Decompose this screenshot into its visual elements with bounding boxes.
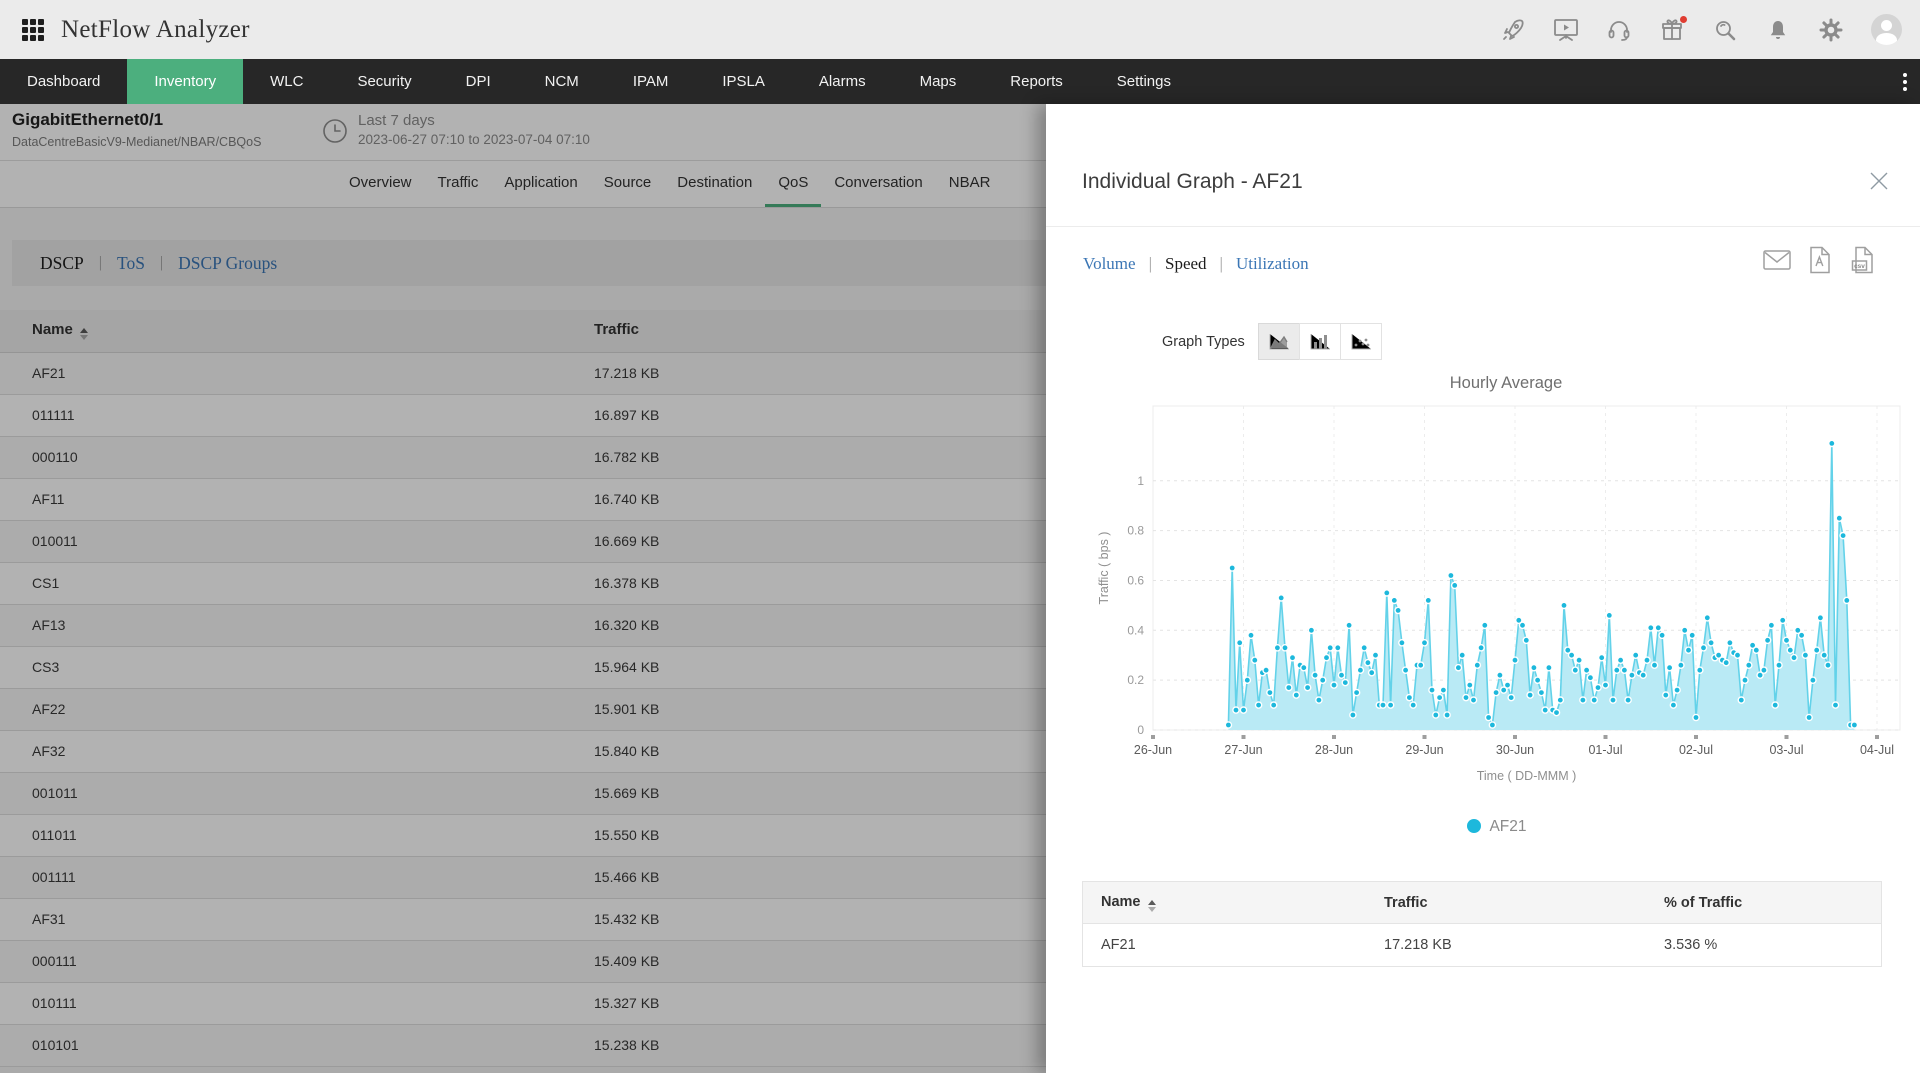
user-avatar[interactable]: [1871, 14, 1902, 45]
scatter-graph-type-button[interactable]: [1340, 323, 1382, 360]
metric-tabs: Volume | Speed | Utilization: [1083, 254, 1309, 274]
svg-text:27-Jun: 27-Jun: [1224, 743, 1262, 757]
training-icon[interactable]: [1553, 17, 1579, 43]
bar-graph-type-button[interactable]: [1299, 323, 1341, 360]
cell-traffic: 17.218 KB: [1366, 937, 1646, 953]
nav-item-security[interactable]: Security: [330, 59, 438, 104]
svg-text:02-Jul: 02-Jul: [1679, 743, 1713, 757]
notifications-icon[interactable]: [1765, 17, 1791, 43]
area-graph-type-button[interactable]: [1258, 323, 1300, 360]
nav-item-dpi[interactable]: DPI: [439, 59, 518, 104]
nav-item-ipsla[interactable]: IPSLA: [695, 59, 792, 104]
separator: |: [1220, 254, 1223, 274]
pdf-export-icon[interactable]: [1805, 247, 1835, 273]
apps-grid-icon[interactable]: [22, 19, 44, 41]
legend-dot-af21: [1467, 819, 1481, 833]
svg-text:csv: csv: [1854, 263, 1865, 270]
close-icon[interactable]: [1868, 170, 1890, 192]
modal-title: Individual Graph - AF21: [1082, 170, 1303, 194]
modal-table-header: Name Traffic % of Traffic: [1082, 881, 1882, 924]
graph-types: Graph Types: [1162, 323, 1382, 360]
nav-item-reports[interactable]: Reports: [983, 59, 1090, 104]
svg-text:Traffic ( bps ): Traffic ( bps ): [1097, 532, 1111, 605]
metric-tab-utilization[interactable]: Utilization: [1236, 254, 1309, 274]
modal-column-traffic[interactable]: Traffic: [1366, 895, 1646, 911]
cell-percent: 3.536 %: [1646, 937, 1881, 953]
svg-text:0.8: 0.8: [1127, 524, 1144, 538]
nav-item-settings[interactable]: Settings: [1090, 59, 1198, 104]
topbar: NetFlow Analyzer: [0, 0, 1920, 59]
separator: |: [1149, 254, 1152, 274]
hourly-average-chart[interactable]: 0 0.2 0.4 0.6 0.8 1 26-Jun 27-Jun 28-Jun 29-Jun 30…: [1092, 396, 1902, 796]
launch-icon[interactable]: [1500, 17, 1526, 43]
whats-new-badge: [1680, 16, 1687, 23]
svg-text:29-Jun: 29-Jun: [1405, 743, 1443, 757]
nav-item-alarms[interactable]: Alarms: [792, 59, 893, 104]
modal-column-percent[interactable]: % of Traffic: [1646, 895, 1881, 911]
svg-text:01-Jul: 01-Jul: [1588, 743, 1622, 757]
legend-label: AF21: [1489, 818, 1526, 835]
nav-item-ipam[interactable]: IPAM: [606, 59, 696, 104]
svg-text:0.4: 0.4: [1127, 623, 1144, 637]
svg-text:Time ( DD-MMM ): Time ( DD-MMM ): [1477, 769, 1577, 783]
svg-text:0.6: 0.6: [1127, 573, 1144, 587]
main-nav: DashboardInventoryWLCSecurityDPINCMIPAMI…: [0, 59, 1920, 104]
svg-text:30-Jun: 30-Jun: [1496, 743, 1534, 757]
metric-tab-speed[interactable]: Speed: [1165, 254, 1207, 274]
individual-graph-modal: Individual Graph - AF21 Volume | Speed | Uti…: [1046, 104, 1920, 1073]
graph-types-label: Graph Types: [1162, 334, 1245, 350]
nav-item-wlc[interactable]: WLC: [243, 59, 330, 104]
metric-tab-volume[interactable]: Volume: [1083, 254, 1136, 274]
app-title: NetFlow Analyzer: [61, 16, 250, 44]
chart-title: Hourly Average: [1156, 374, 1856, 393]
chart-legend[interactable]: AF21: [1092, 818, 1902, 836]
nav-item-dashboard[interactable]: Dashboard: [0, 59, 127, 104]
screen: NetFlow Analyzer: [0, 0, 1920, 1073]
support-icon[interactable]: [1606, 17, 1632, 43]
svg-text:0.2: 0.2: [1127, 673, 1144, 687]
svg-text:1: 1: [1137, 474, 1144, 488]
whats-new-icon[interactable]: [1659, 17, 1685, 43]
sort-icon: [1148, 900, 1156, 912]
nav-overflow-menu-icon[interactable]: [1903, 59, 1907, 104]
email-icon[interactable]: [1762, 247, 1792, 273]
svg-text:28-Jun: 28-Jun: [1315, 743, 1353, 757]
svg-text:26-Jun: 26-Jun: [1134, 743, 1172, 757]
svg-text:0: 0: [1137, 723, 1144, 737]
svg-text:03-Jul: 03-Jul: [1769, 743, 1803, 757]
export-actions: csv: [1762, 247, 1878, 273]
csv-export-icon[interactable]: csv: [1848, 247, 1878, 273]
cell-name: AF21: [1083, 937, 1366, 953]
modal-summary-table: Name Traffic % of Traffic AF2117.218 KB3…: [1082, 881, 1882, 967]
modal-column-name[interactable]: Name: [1083, 894, 1366, 912]
nav-item-ncm[interactable]: NCM: [518, 59, 606, 104]
modal-table-row[interactable]: AF2117.218 KB3.536 %: [1082, 924, 1882, 967]
svg-text:04-Jul: 04-Jul: [1860, 743, 1894, 757]
settings-gear-icon[interactable]: [1818, 17, 1844, 43]
nav-item-maps[interactable]: Maps: [893, 59, 984, 104]
content: GigabitEthernet0/1 DataCentreBasicV9-Med…: [0, 104, 1920, 1073]
search-icon[interactable]: [1712, 17, 1738, 43]
modal-divider: [1046, 226, 1920, 227]
nav-item-inventory[interactable]: Inventory: [127, 59, 243, 104]
